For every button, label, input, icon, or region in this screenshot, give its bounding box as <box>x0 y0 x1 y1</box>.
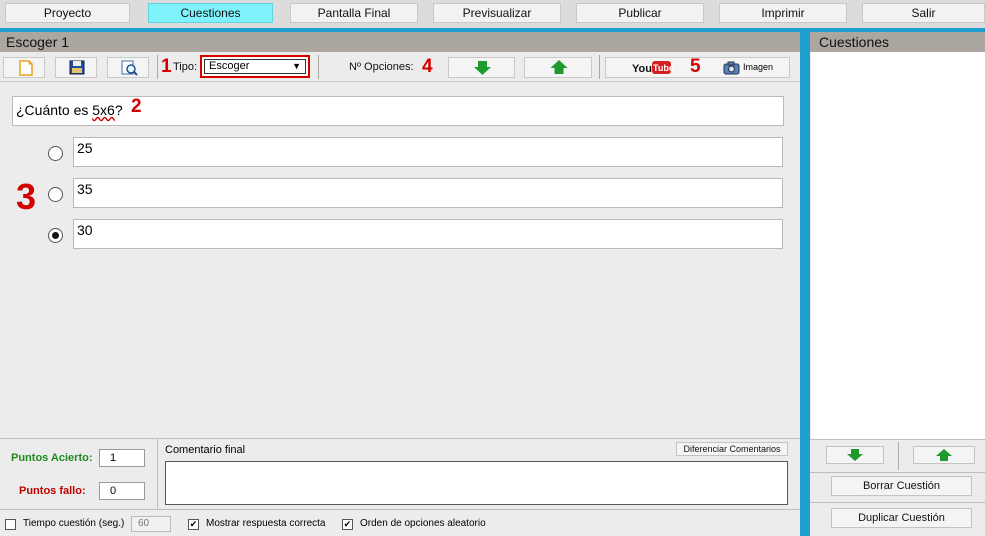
question-input[interactable]: ¿Cuánto es 5x6? <box>12 96 784 126</box>
right-divider <box>810 439 985 440</box>
puntos-acierto-input[interactable]: 1 <box>99 449 145 467</box>
orden-label: Orden de opciones aleatorio <box>360 518 486 529</box>
checkmark-icon: ✔ <box>343 519 352 529</box>
option-1-radio[interactable] <box>48 146 63 161</box>
orden-checkbox[interactable]: ✔ <box>342 519 353 530</box>
marker-1: 1 <box>161 56 172 77</box>
question-title: Escoger 1 <box>0 32 800 52</box>
puntos-acierto-label: Puntos Acierto: <box>11 452 93 464</box>
marker-4: 4 <box>422 56 433 77</box>
increase-options-button[interactable] <box>524 57 592 78</box>
button-separator <box>898 442 899 470</box>
preview-button[interactable] <box>107 57 149 78</box>
tipo-label: Tipo: <box>173 61 198 73</box>
bottom-separator <box>157 439 158 509</box>
arrow-up-icon <box>936 449 952 461</box>
option-2-input[interactable]: 35 <box>73 178 783 208</box>
panel-divider[interactable] <box>800 32 810 536</box>
editor-toolbar: 1 Tipo: Escoger ▼ Nº Opciones: 4 You Tub… <box>0 52 800 82</box>
opciones-label: Nº Opciones: <box>349 61 414 73</box>
tiempo-label: Tiempo cuestión (seg.) <box>23 518 125 529</box>
diferenciar-comentarios-button[interactable]: Diferenciar Comentarios <box>676 442 788 456</box>
preview-icon <box>121 60 138 76</box>
question-text-prefix: ¿Cuánto es <box>16 102 93 118</box>
save-button[interactable] <box>55 57 97 78</box>
save-icon <box>69 60 85 75</box>
arrow-down-icon <box>847 449 863 461</box>
cuestiones-title: Cuestiones <box>810 32 985 52</box>
option-1-input[interactable]: 25 <box>73 137 783 167</box>
mostrar-label: Mostrar respuesta correcta <box>206 518 326 529</box>
tiempo-input[interactable]: 60 <box>131 516 171 532</box>
decrease-options-button[interactable] <box>448 57 515 78</box>
svg-text:You: You <box>632 63 652 75</box>
question-text-suffix: ? <box>114 102 123 118</box>
puntos-fallo-input[interactable]: 0 <box>99 482 145 500</box>
nav-imprimir[interactable]: Imprimir <box>719 3 847 23</box>
new-button[interactable] <box>3 57 45 78</box>
tipo-dropdown[interactable]: Escoger ▼ <box>204 59 306 74</box>
marker-3: 3 <box>16 176 37 217</box>
move-down-button[interactable] <box>826 446 884 464</box>
camera-icon <box>723 61 740 75</box>
bottom-divider <box>0 509 800 510</box>
question-editor: Escoger 1 1 Tipo: Escoger ▼ Nº Opciones:… <box>0 32 800 536</box>
cuestiones-panel: Cuestiones Borrar Cuestión Duplicar Cues… <box>810 32 985 536</box>
toolbar-separator <box>599 55 600 79</box>
tipo-value: Escoger <box>209 60 250 72</box>
dropdown-arrow-icon: ▼ <box>292 61 301 71</box>
nav-pantalla-final[interactable]: Pantalla Final <box>290 3 418 23</box>
nav-previsualizar[interactable]: Previsualizar <box>433 3 561 23</box>
nav-salir[interactable]: Salir <box>862 3 985 23</box>
option-3-radio[interactable] <box>48 228 63 243</box>
tipo-highlight: Escoger ▼ <box>200 55 310 78</box>
imagen-label: Imagen <box>743 62 774 72</box>
toolbar-separator <box>157 55 158 79</box>
borrar-cuestion-button[interactable]: Borrar Cuestión <box>831 476 972 496</box>
puntos-fallo-label: Puntos fallo: <box>19 485 86 497</box>
right-divider <box>810 502 985 503</box>
youtube-icon: You Tube <box>632 61 674 75</box>
nav-publicar[interactable]: Publicar <box>576 3 704 23</box>
youtube-button[interactable]: You Tube <box>606 58 691 77</box>
move-up-button[interactable] <box>913 446 975 464</box>
tiempo-checkbox[interactable] <box>5 519 16 530</box>
option-3-input[interactable]: 30 <box>73 219 783 249</box>
question-text-underlined: 5x6 <box>92 102 115 118</box>
mostrar-checkbox[interactable]: ✔ <box>188 519 199 530</box>
duplicar-cuestion-button[interactable]: Duplicar Cuestión <box>831 508 972 528</box>
top-nav: Proyecto Cuestiones Pantalla Final Previ… <box>0 0 985 28</box>
media-buttons: You Tube 5 Imagen <box>605 56 791 78</box>
svg-text:Tube: Tube <box>653 63 674 73</box>
nav-cuestiones[interactable]: Cuestiones <box>148 3 273 23</box>
comentario-label: Comentario final <box>165 444 246 456</box>
checkmark-icon: ✔ <box>189 519 198 529</box>
new-document-icon <box>19 60 33 76</box>
nav-proyecto[interactable]: Proyecto <box>5 3 130 23</box>
cuestiones-list[interactable] <box>811 52 985 439</box>
toolbar-separator <box>318 55 319 79</box>
arrow-up-icon <box>550 60 568 74</box>
option-2-radio[interactable] <box>48 187 63 202</box>
comentario-textarea[interactable] <box>165 461 788 505</box>
marker-5: 5 <box>690 56 701 77</box>
right-divider <box>810 472 985 473</box>
imagen-button[interactable]: Imagen <box>716 58 791 77</box>
arrow-down-icon <box>474 61 491 75</box>
marker-2: 2 <box>131 96 142 117</box>
question-settings: Puntos Acierto: 1 Puntos fallo: 0 Coment… <box>0 438 800 536</box>
